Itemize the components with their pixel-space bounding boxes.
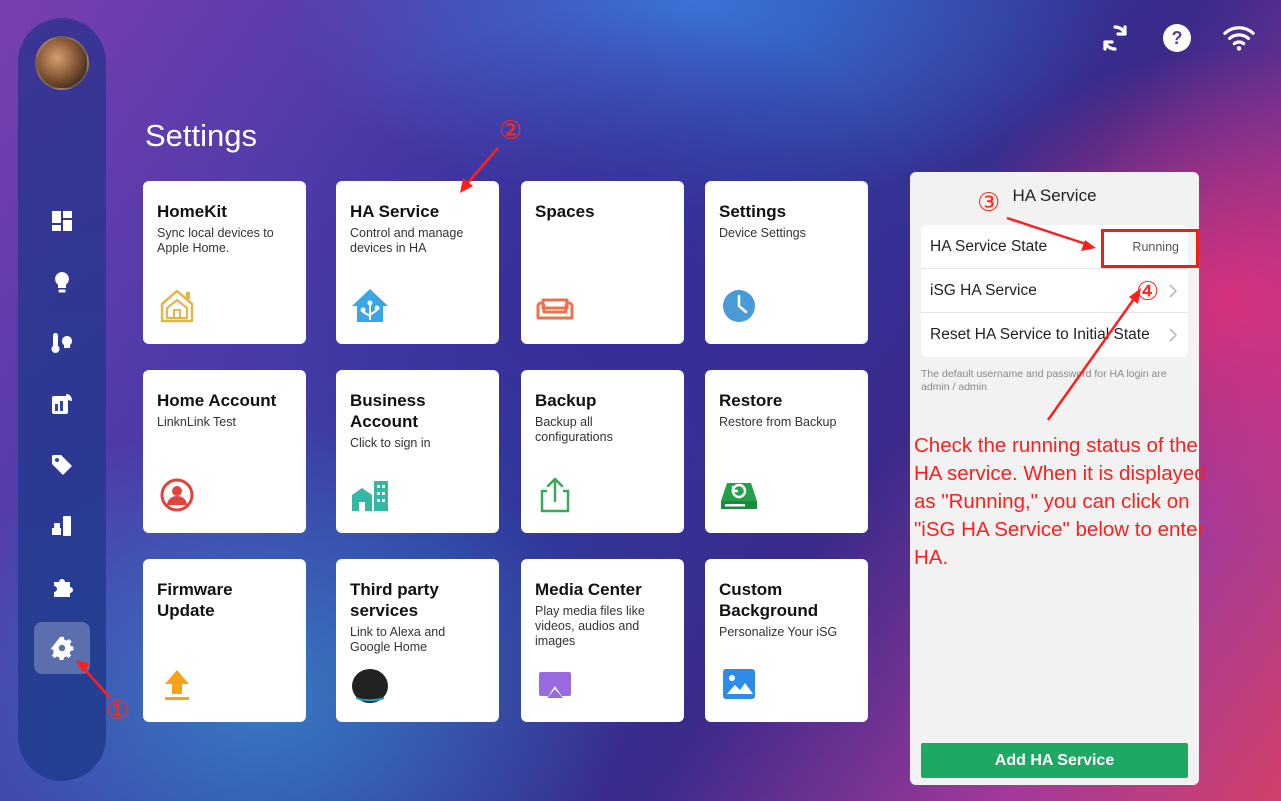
step4-marker: ④ — [1136, 276, 1160, 306]
step1-marker: ① — [106, 695, 130, 725]
annotation-arrows — [76, 147, 1141, 699]
step2-marker: ② — [499, 115, 523, 145]
annotation-text: Check the running status of the HA servi… — [914, 434, 1206, 569]
step3-marker: ③ — [977, 187, 1001, 217]
